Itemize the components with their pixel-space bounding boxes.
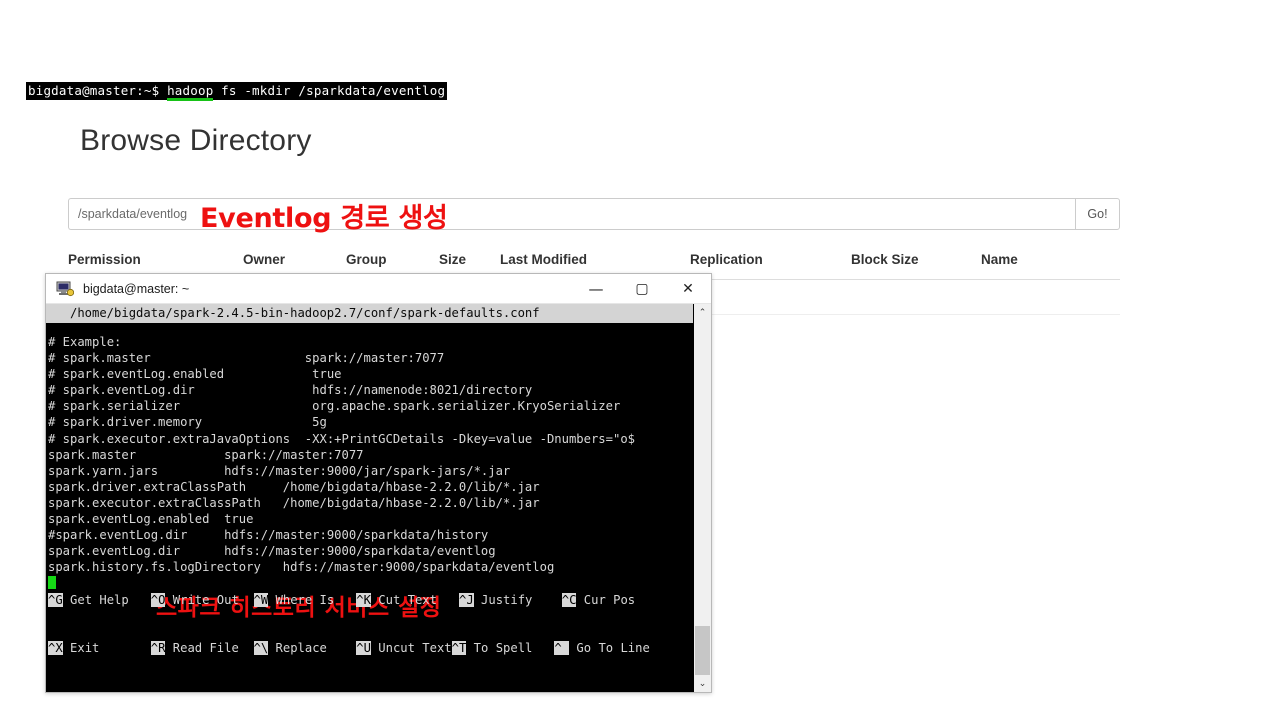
- nano-shortcut-label: Cut Text: [370, 593, 459, 607]
- terminal-line: # spark.serializer org.apache.spark.seri…: [48, 399, 621, 414]
- terminal-scrollbar[interactable]: ⌃ ⌄: [693, 304, 711, 692]
- nano-shortcut-label: Replace: [268, 641, 357, 655]
- nano-shortcut-label: Go To Line: [569, 641, 650, 655]
- screenshot-root: bigdata@master:~$ hadoop fs -mkdir /spar…: [0, 0, 1280, 720]
- shell-command-strip: bigdata@master:~$ hadoop fs -mkdir /spar…: [26, 82, 448, 101]
- nano-shortcut-key[interactable]: ^K: [356, 593, 371, 607]
- nano-shortcut-label: Where Is: [268, 593, 357, 607]
- minimize-icon[interactable]: —: [573, 275, 619, 303]
- nano-shortcut-label: Read File: [165, 641, 254, 655]
- scrollbar-thumb[interactable]: [695, 626, 710, 678]
- nano-shortcut-row-1: ^G Get Help ^O Write Out ^W Where Is ^K …: [48, 592, 693, 608]
- terminal-line: spark.executor.extraClassPath /home/bigd…: [48, 495, 540, 510]
- nano-shortcut-key[interactable]: ^O: [150, 593, 166, 607]
- terminal-line: spark.driver.extraClassPath /home/bigdat…: [48, 479, 540, 494]
- nano-shortcut-key[interactable]: ^T: [451, 641, 467, 655]
- nano-shortcut-key[interactable]: ^C: [561, 593, 577, 607]
- nano-shortcut-bar: ^G Get Help ^O Write Out ^W Where Is ^K …: [46, 560, 693, 688]
- nano-shortcut-label: Justify: [473, 593, 562, 607]
- page-title: Browse Directory: [80, 124, 312, 157]
- putty-titlebar[interactable]: bigdata@master: ~ — ▢ ✕: [46, 274, 711, 304]
- column-replication[interactable]: Replication: [690, 252, 851, 280]
- nano-shortcut-key[interactable]: ^X: [48, 641, 63, 655]
- terminal-line: spark.eventLog.enabled true: [48, 512, 254, 527]
- terminal-line: # spark.master spark://master:7077: [48, 351, 445, 366]
- nano-shortcut-label: Exit: [62, 641, 151, 655]
- terminal-line: # spark.eventLog.dir hdfs://namenode:802…: [48, 383, 533, 398]
- shell-command-tail: fs -mkdir /sparkdata/eventlog: [213, 83, 446, 98]
- column-name[interactable]: Name: [981, 252, 1120, 280]
- window-controls: — ▢ ✕: [573, 275, 711, 303]
- terminal-text-lines: # Example: # spark.master spark://master:…: [46, 323, 693, 592]
- maximize-icon[interactable]: ▢: [619, 275, 665, 303]
- nano-shortcut-key[interactable]: ^U: [356, 641, 371, 655]
- nano-shortcut-key[interactable]: ^\: [253, 641, 269, 655]
- annotation-eventlog-path: Eventlog 경로 생성: [200, 203, 448, 234]
- nano-shortcut-label: To Spell: [466, 641, 555, 655]
- shell-prompt: bigdata@master:~$: [28, 83, 168, 98]
- nano-shortcut-key[interactable]: ^W: [253, 593, 269, 607]
- putty-window: bigdata@master: ~ — ▢ ✕ /home/bigdata/sp…: [45, 273, 712, 693]
- nano-shortcut-key[interactable]: ^G: [48, 593, 63, 607]
- nano-filename-bar: /home/bigdata/spark-2.4.5-bin-hadoop2.7/…: [46, 304, 693, 323]
- nano-shortcut-label: Cur Pos: [576, 593, 636, 607]
- putty-icon: [56, 281, 75, 297]
- terminal-line: #spark.eventLog.dir hdfs://master:9000/s…: [48, 528, 489, 543]
- terminal-line: # spark.eventLog.enabled true: [48, 367, 342, 382]
- terminal-line: spark.yarn.jars hdfs://master:9000/jar/s…: [48, 463, 511, 478]
- terminal-line: spark.eventLog.dir hdfs://master:9000/sp…: [48, 544, 496, 559]
- column-block-size[interactable]: Block Size: [851, 252, 981, 280]
- putty-body: /home/bigdata/spark-2.4.5-bin-hadoop2.7/…: [46, 304, 711, 692]
- nano-shortcut-label: Uncut Text: [370, 641, 452, 655]
- nano-shortcut-label: Get Help: [62, 593, 151, 607]
- terminal-line: spark.master spark://master:7077: [48, 447, 364, 462]
- scroll-down-icon[interactable]: ⌄: [694, 675, 711, 692]
- scroll-up-icon[interactable]: ⌃: [694, 304, 711, 321]
- close-icon[interactable]: ✕: [665, 275, 711, 303]
- nano-shortcut-key[interactable]: ^R: [150, 641, 166, 655]
- nano-shortcut-key[interactable]: ^: [554, 641, 570, 655]
- terminal-line: # spark.executor.extraJavaOptions -XX:+P…: [48, 431, 635, 446]
- terminal-line: # Example:: [48, 335, 122, 349]
- nano-shortcut-key[interactable]: ^J: [459, 593, 474, 607]
- terminal-screen[interactable]: /home/bigdata/spark-2.4.5-bin-hadoop2.7/…: [46, 304, 693, 692]
- putty-window-title: bigdata@master: ~: [83, 281, 190, 296]
- go-button[interactable]: Go!: [1075, 198, 1120, 230]
- nano-shortcut-label: Write Out: [165, 593, 254, 607]
- nano-shortcut-row-2: ^X Exit ^R Read File ^\ Replace ^U Uncut…: [48, 640, 693, 656]
- shell-command-head: hadoop: [167, 83, 214, 101]
- terminal-line: # spark.driver.memory 5g: [48, 415, 327, 430]
